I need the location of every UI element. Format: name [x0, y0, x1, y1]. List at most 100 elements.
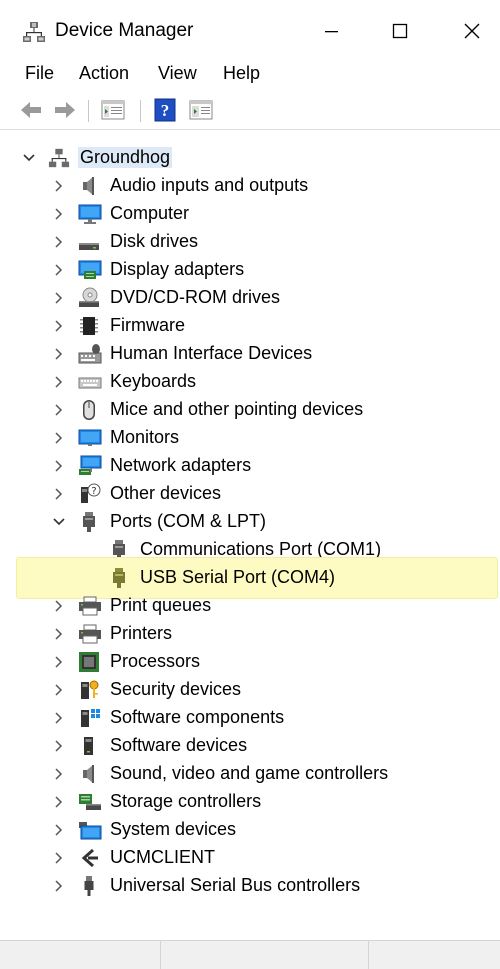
tree-item-software-devices[interactable]: Software devices	[8, 732, 498, 760]
tree-item-label: Monitors	[110, 427, 180, 447]
tree-item-sound-video[interactable]: Sound, video and game controllers	[8, 760, 498, 788]
chevron-right-icon[interactable]	[52, 711, 66, 725]
tree-item-com4[interactable]: USB Serial Port (COM4)	[8, 557, 498, 599]
menu-help[interactable]: Help	[223, 63, 260, 84]
software-component-icon	[78, 707, 100, 729]
chevron-right-icon[interactable]	[52, 767, 66, 781]
ucm-client-icon	[78, 847, 100, 869]
tree-item-ports[interactable]: Ports (COM & LPT)	[8, 508, 498, 536]
view-icon	[189, 100, 213, 120]
chevron-right-icon[interactable]	[52, 403, 66, 417]
properties-button[interactable]	[100, 98, 126, 122]
chevron-right-icon[interactable]	[52, 319, 66, 333]
chevron-right-icon[interactable]	[52, 487, 66, 501]
tree-item-mice[interactable]: Mice and other pointing devices	[8, 396, 498, 424]
status-bar	[0, 940, 500, 969]
tree-item-display-adapters[interactable]: Display adapters	[8, 256, 498, 284]
tree-item-label: Firmware	[110, 315, 185, 335]
tree-item-label: Display adapters	[110, 259, 245, 279]
printer-icon	[78, 595, 101, 617]
tree-item-hid[interactable]: Human Interface Devices	[8, 340, 498, 368]
chevron-right-icon[interactable]	[52, 627, 66, 641]
tree-item-label: USB Serial Port (COM4)	[140, 567, 336, 587]
chevron-right-icon[interactable]	[52, 263, 66, 277]
chevron-right-icon[interactable]	[52, 599, 66, 613]
tree-item-usb-controllers[interactable]: Universal Serial Bus controllers	[8, 872, 498, 900]
tree-item-keyboards[interactable]: Keyboards	[8, 368, 498, 396]
chip-icon	[78, 315, 100, 337]
tree-item-label: Printers	[110, 623, 173, 643]
tree-item-label: DVD/CD-ROM drives	[110, 287, 281, 307]
chevron-right-icon[interactable]	[52, 795, 66, 809]
chevron-right-icon[interactable]	[52, 851, 66, 865]
tree-item-label: Sound, video and game controllers	[110, 763, 389, 783]
tree-item-disk-drives[interactable]: Disk drives	[8, 228, 498, 256]
tree-item-monitors[interactable]: Monitors	[8, 424, 498, 452]
tree-item-label: Keyboards	[110, 371, 197, 391]
tree-item-label: Software components	[110, 707, 285, 727]
menu-view[interactable]: View	[158, 63, 197, 84]
tree-item-software-components[interactable]: Software components	[8, 704, 498, 732]
chevron-right-icon[interactable]	[52, 823, 66, 837]
tree-item-audio[interactable]: Audio inputs and outputs	[8, 172, 498, 200]
close-icon	[464, 23, 480, 39]
tree-item-other-devices[interactable]: ? Other devices	[8, 480, 498, 508]
tree-item-ucmclient[interactable]: UCMCLIENT	[8, 844, 498, 872]
tree-item-security-devices[interactable]: Security devices	[8, 676, 498, 704]
storage-controller-icon	[78, 791, 101, 813]
svg-text:?: ?	[91, 486, 96, 497]
menu-action[interactable]: Action	[79, 63, 129, 84]
chevron-right-icon[interactable]	[52, 207, 66, 221]
properties-icon	[101, 100, 125, 120]
help-button[interactable]: ?	[152, 98, 178, 122]
close-button[interactable]	[446, 8, 498, 54]
tree-item-label: Storage controllers	[110, 791, 262, 811]
tree-item-storage-controllers[interactable]: Storage controllers	[8, 788, 498, 816]
tree-item-label: Ports (COM & LPT)	[110, 511, 267, 531]
chevron-right-icon[interactable]	[52, 879, 66, 893]
chevron-right-icon[interactable]	[52, 431, 66, 445]
tree-item-label: Computer	[110, 203, 190, 223]
tree-item-label: Network adapters	[110, 455, 252, 475]
tree-item-system-devices[interactable]: System devices	[8, 816, 498, 844]
menu-file[interactable]: File	[25, 63, 54, 84]
minimize-icon	[325, 31, 338, 33]
chevron-right-icon[interactable]	[52, 655, 66, 669]
tree-item-label: System devices	[110, 819, 237, 839]
tree-item-processors[interactable]: Processors	[8, 648, 498, 676]
tree-item-firmware[interactable]: Firmware	[8, 312, 498, 340]
tree-item-dvd-drives[interactable]: DVD/CD-ROM drives	[8, 284, 498, 312]
maximize-button[interactable]	[374, 8, 426, 54]
chevron-right-icon[interactable]	[52, 235, 66, 249]
forward-button[interactable]	[52, 98, 78, 122]
chevron-right-icon[interactable]	[52, 291, 66, 305]
mouse-icon	[78, 399, 100, 421]
display-adapter-icon	[78, 259, 102, 281]
chevron-right-icon[interactable]	[52, 459, 66, 473]
tree-item-computer[interactable]: Computer	[8, 200, 498, 228]
back-button[interactable]	[18, 98, 44, 122]
forward-arrow-icon	[55, 102, 75, 118]
chevron-right-icon[interactable]	[52, 683, 66, 697]
hid-icon	[78, 343, 102, 365]
chevron-down-icon[interactable]	[52, 515, 66, 529]
tree-root-label: Groundhog	[78, 147, 173, 168]
computer-tree-icon	[48, 147, 70, 169]
chevron-right-icon[interactable]	[52, 347, 66, 361]
view-button[interactable]	[188, 98, 214, 122]
tree-item-print-queues[interactable]: Print queues	[8, 592, 498, 620]
svg-text:?: ?	[161, 101, 170, 120]
chevron-right-icon[interactable]	[52, 179, 66, 193]
tree-item-network[interactable]: Network adapters	[8, 452, 498, 480]
chevron-right-icon[interactable]	[52, 375, 66, 389]
dvd-drive-icon	[78, 287, 100, 309]
tree-item-printers[interactable]: Printers	[8, 620, 498, 648]
monitor-icon	[78, 203, 102, 225]
tree-item-label: UCMCLIENT	[110, 847, 216, 867]
tree-item-label: Audio inputs and outputs	[110, 175, 309, 195]
chevron-right-icon[interactable]	[52, 739, 66, 753]
monitor-icon	[78, 427, 102, 449]
chevron-down-icon[interactable]	[22, 151, 36, 165]
minimize-button[interactable]	[305, 8, 357, 54]
tree-root[interactable]: Groundhog	[8, 144, 498, 172]
